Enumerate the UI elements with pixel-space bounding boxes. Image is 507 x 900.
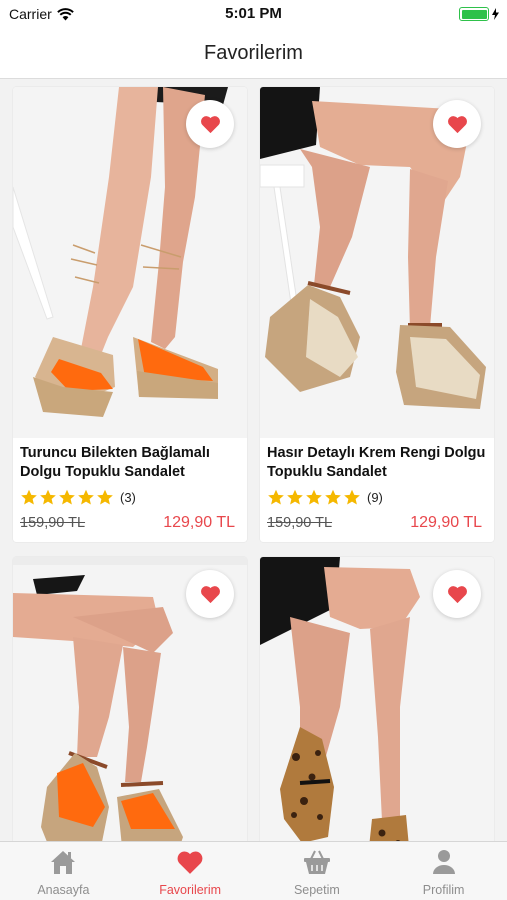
favorite-button[interactable]	[186, 100, 234, 148]
old-price: 159,90 TL	[267, 515, 333, 531]
old-price: 159,90 TL	[20, 515, 86, 531]
star-icon	[59, 489, 75, 505]
tab-label: Profilim	[422, 883, 465, 897]
tab-favorites[interactable]: Favorilerim	[127, 842, 254, 900]
person-icon	[429, 848, 459, 876]
star-icon	[268, 489, 284, 505]
heart-icon	[447, 585, 467, 603]
tab-cart[interactable]: Sepetim	[254, 842, 381, 900]
star-icon	[325, 489, 341, 505]
tab-bar: Anasayfa Favorilerim Sepetim Profilim	[0, 841, 507, 900]
product-card[interactable]: Hasır Detaylı Krem Rengi Dolgu Topuklu S…	[260, 87, 494, 542]
status-time: 5:01 PM	[225, 5, 282, 22]
product-info[interactable]: Hasır Detaylı Krem Rengi Dolgu Topuklu S…	[260, 438, 494, 542]
tab-home[interactable]: Anasayfa	[0, 842, 127, 900]
battery-indicator	[459, 7, 499, 21]
heart-icon	[200, 585, 220, 603]
basket-icon	[302, 848, 332, 876]
product-image-cream-espadrille-wedge-sandal[interactable]	[260, 87, 494, 438]
star-icon	[21, 489, 37, 505]
favorite-button[interactable]	[433, 100, 481, 148]
product-info[interactable]: Turuncu Bilekten Bağlamalı Dolgu Topuklu…	[13, 438, 247, 542]
home-icon	[48, 848, 78, 876]
rating-row: (3)	[20, 489, 241, 506]
tab-label: Favorilerim	[159, 883, 222, 897]
tab-profile[interactable]: Profilim	[380, 842, 507, 900]
battery-fill	[461, 9, 487, 19]
rating-count: (9)	[367, 490, 383, 505]
battery-icon	[459, 7, 489, 21]
heart-icon	[175, 848, 205, 876]
page-title: Favorilerim	[204, 41, 303, 64]
star-rating	[267, 489, 361, 506]
tab-label: Anasayfa	[37, 883, 90, 897]
navigation-bar: Favorilerim	[0, 28, 507, 79]
new-price: 129,90 TL	[163, 514, 235, 531]
heart-icon	[200, 115, 220, 133]
star-icon	[78, 489, 94, 505]
favorite-button[interactable]	[186, 570, 234, 618]
star-icon	[97, 489, 113, 505]
favorite-button[interactable]	[433, 570, 481, 618]
star-icon	[40, 489, 56, 505]
rating-row: (9)	[267, 489, 488, 506]
product-name[interactable]: Hasır Detaylı Krem Rengi Dolgu Topuklu S…	[267, 444, 488, 482]
product-image-leopard-print-flat-shoe[interactable]	[260, 557, 494, 841]
status-bar: Carrier 5:01 PM	[0, 0, 507, 28]
favorites-grid[interactable]: Turuncu Bilekten Bağlamalı Dolgu Topuklu…	[0, 79, 507, 841]
product-image-orange-lace-up-wedge-sandal[interactable]	[13, 87, 247, 438]
star-rating	[20, 489, 114, 506]
star-icon	[344, 489, 360, 505]
rating-count: (3)	[120, 490, 136, 505]
product-name[interactable]: Turuncu Bilekten Bağlamalı Dolgu Topuklu…	[20, 444, 241, 482]
product-card[interactable]	[260, 557, 494, 841]
product-card[interactable]: Turuncu Bilekten Bağlamalı Dolgu Topuklu…	[13, 87, 247, 542]
heart-icon	[447, 115, 467, 133]
price-row: 159,90 TL 129,90 TL	[267, 514, 488, 532]
star-icon	[287, 489, 303, 505]
price-row: 159,90 TL 129,90 TL	[20, 514, 241, 532]
product-image-orange-wedge-sandal-brown-strap[interactable]	[13, 557, 247, 841]
charging-bolt-icon	[492, 8, 499, 20]
product-card[interactable]	[13, 557, 247, 841]
tab-label: Sepetim	[293, 883, 340, 897]
star-icon	[306, 489, 322, 505]
new-price: 129,90 TL	[410, 514, 482, 531]
